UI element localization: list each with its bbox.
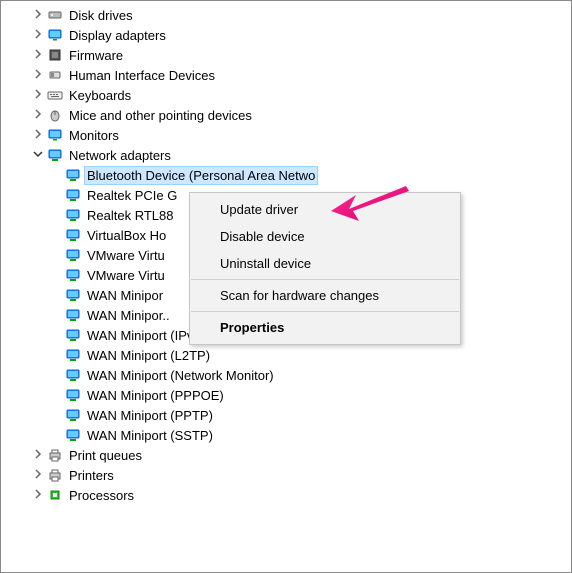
chevron-right-icon[interactable] — [31, 89, 45, 101]
tree-category-disk-drives[interactable]: Disk drives — [11, 5, 571, 25]
menu-properties[interactable]: Properties — [190, 314, 460, 341]
chevron-right-icon[interactable] — [31, 489, 45, 501]
tree-label[interactable]: Keyboards — [67, 87, 133, 104]
tree-category-monitors[interactable]: Monitors — [11, 125, 571, 145]
network-adapter-icon — [65, 267, 81, 283]
tree-label[interactable]: Firmware — [67, 47, 125, 64]
tree-label[interactable]: VMware Virtu — [85, 267, 167, 284]
tree-label[interactable]: Printers — [67, 467, 116, 484]
menu-scan-hardware[interactable]: Scan for hardware changes — [190, 282, 460, 309]
tree-category-network-adapters[interactable]: Network adapters — [11, 145, 571, 165]
network-adapter-icon — [65, 367, 81, 383]
chevron-right-icon[interactable] — [31, 29, 45, 41]
tree-label[interactable]: Bluetooth Device (Personal Area Netwo — [85, 167, 317, 184]
context-menu: Update driver Disable device Uninstall d… — [189, 192, 461, 345]
network-adapter-icon — [65, 407, 81, 423]
tree-category-processors[interactable]: Processors — [11, 485, 571, 505]
tree-label[interactable]: VirtualBox Ho — [85, 227, 168, 244]
tree-label[interactable]: WAN Miniport (L2TP) — [85, 347, 212, 364]
tree-category-firmware[interactable]: Firmware — [11, 45, 571, 65]
tree-category-mice[interactable]: Mice and other pointing devices — [11, 105, 571, 125]
tree-label[interactable]: VMware Virtu — [85, 247, 167, 264]
tree-category-hid[interactable]: Human Interface Devices — [11, 65, 571, 85]
disk-drive-icon — [47, 7, 63, 23]
tree-category-printers[interactable]: Printers — [11, 465, 571, 485]
monitor-icon — [47, 127, 63, 143]
tree-category-print-queues[interactable]: Print queues — [11, 445, 571, 465]
chevron-right-icon[interactable] — [31, 9, 45, 21]
tree-label[interactable]: Display adapters — [67, 27, 168, 44]
network-adapter-icon — [65, 327, 81, 343]
chevron-right-icon[interactable] — [31, 469, 45, 481]
chevron-down-icon[interactable] — [31, 149, 45, 161]
tree-label[interactable]: WAN Miniport (PPPOE) — [85, 387, 226, 404]
tree-item-network-child[interactable]: WAN Miniport (PPTP) — [11, 405, 571, 425]
network-adapter-icon — [65, 247, 81, 263]
network-adapter-icon — [65, 207, 81, 223]
tree-label[interactable]: Mice and other pointing devices — [67, 107, 254, 124]
tree-label[interactable]: WAN Minipor.. — [85, 307, 172, 324]
network-adapter-icon — [65, 427, 81, 443]
printer-icon — [47, 467, 63, 483]
tree-category-keyboards[interactable]: Keyboards — [11, 85, 571, 105]
tree-label[interactable]: Network adapters — [67, 147, 173, 164]
chevron-right-icon[interactable] — [31, 109, 45, 121]
hid-icon — [47, 67, 63, 83]
tree-item-network-child[interactable]: WAN Miniport (SSTP) — [11, 425, 571, 445]
tree-label[interactable]: Disk drives — [67, 7, 135, 24]
menu-separator — [191, 311, 459, 312]
chevron-right-icon[interactable] — [31, 129, 45, 141]
chevron-right-icon[interactable] — [31, 69, 45, 81]
tree-category-display-adapters[interactable]: Display adapters — [11, 25, 571, 45]
menu-separator — [191, 279, 459, 280]
printer-icon — [47, 447, 63, 463]
keyboard-icon — [47, 87, 63, 103]
chevron-right-icon[interactable] — [31, 449, 45, 461]
network-adapter-icon — [47, 147, 63, 163]
tree-item-network-child[interactable]: WAN Miniport (PPPOE) — [11, 385, 571, 405]
network-adapter-icon — [65, 307, 81, 323]
tree-label[interactable]: Monitors — [67, 127, 121, 144]
mouse-icon — [47, 107, 63, 123]
menu-disable-device[interactable]: Disable device — [190, 223, 460, 250]
firmware-icon — [47, 47, 63, 63]
menu-update-driver[interactable]: Update driver — [190, 196, 460, 223]
tree-item-network-child[interactable]: WAN Miniport (L2TP) — [11, 345, 571, 365]
tree-label[interactable]: WAN Minipor — [85, 287, 165, 304]
tree-label[interactable]: Realtek PCIe G — [85, 187, 179, 204]
chevron-right-icon[interactable] — [31, 49, 45, 61]
menu-uninstall-device[interactable]: Uninstall device — [190, 250, 460, 277]
tree-item-network-child[interactable]: WAN Miniport (Network Monitor) — [11, 365, 571, 385]
tree-label[interactable]: Human Interface Devices — [67, 67, 217, 84]
tree-label[interactable]: Processors — [67, 487, 136, 504]
network-adapter-icon — [65, 227, 81, 243]
network-adapter-icon — [65, 167, 81, 183]
tree-label[interactable]: WAN Miniport (Network Monitor) — [85, 367, 276, 384]
tree-label[interactable]: Print queues — [67, 447, 144, 464]
tree-label[interactable]: WAN Miniport (SSTP) — [85, 427, 215, 444]
network-adapter-icon — [65, 387, 81, 403]
network-adapter-icon — [65, 347, 81, 363]
tree-label[interactable]: Realtek RTL88 — [85, 207, 175, 224]
network-adapter-icon — [65, 287, 81, 303]
tree-item-network-child[interactable]: Bluetooth Device (Personal Area Netwo — [11, 165, 571, 185]
monitor-icon — [47, 27, 63, 43]
tree-label[interactable]: WAN Miniport (PPTP) — [85, 407, 215, 424]
processor-icon — [47, 487, 63, 503]
network-adapter-icon — [65, 187, 81, 203]
